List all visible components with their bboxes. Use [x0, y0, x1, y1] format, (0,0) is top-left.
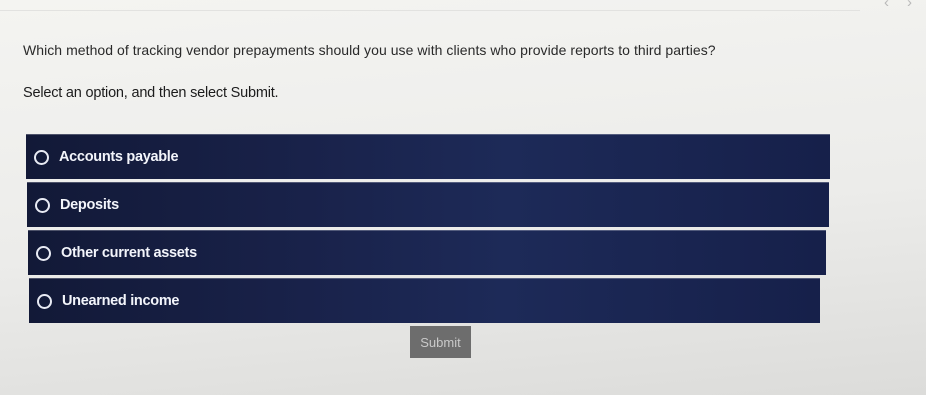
option-label: Accounts payable: [59, 149, 179, 165]
option-label: Unearned income: [62, 293, 180, 309]
option-accounts-payable[interactable]: Accounts payable: [26, 134, 830, 179]
option-label: Deposits: [60, 197, 119, 213]
option-other-current-assets[interactable]: Other current assets: [28, 230, 826, 275]
top-divider: [0, 10, 860, 11]
radio-icon[interactable]: [34, 149, 49, 165]
instruction-text: Select an option, and then select Submit…: [23, 85, 279, 101]
radio-icon[interactable]: [36, 245, 51, 261]
option-label: Other current assets: [61, 245, 197, 261]
nav-arrows: ‹ ›: [884, 0, 912, 11]
question-text: Which method of tracking vendor prepayme…: [23, 42, 716, 58]
submit-button[interactable]: Submit: [410, 326, 471, 358]
radio-icon[interactable]: [35, 197, 50, 213]
chevron-right-icon[interactable]: ›: [907, 0, 912, 11]
option-unearned-income[interactable]: Unearned income: [29, 278, 820, 323]
answer-options: Accounts payable Deposits Other current …: [26, 134, 832, 326]
chevron-left-icon[interactable]: ‹: [884, 0, 889, 11]
option-deposits[interactable]: Deposits: [27, 182, 829, 227]
radio-icon[interactable]: [37, 293, 52, 309]
